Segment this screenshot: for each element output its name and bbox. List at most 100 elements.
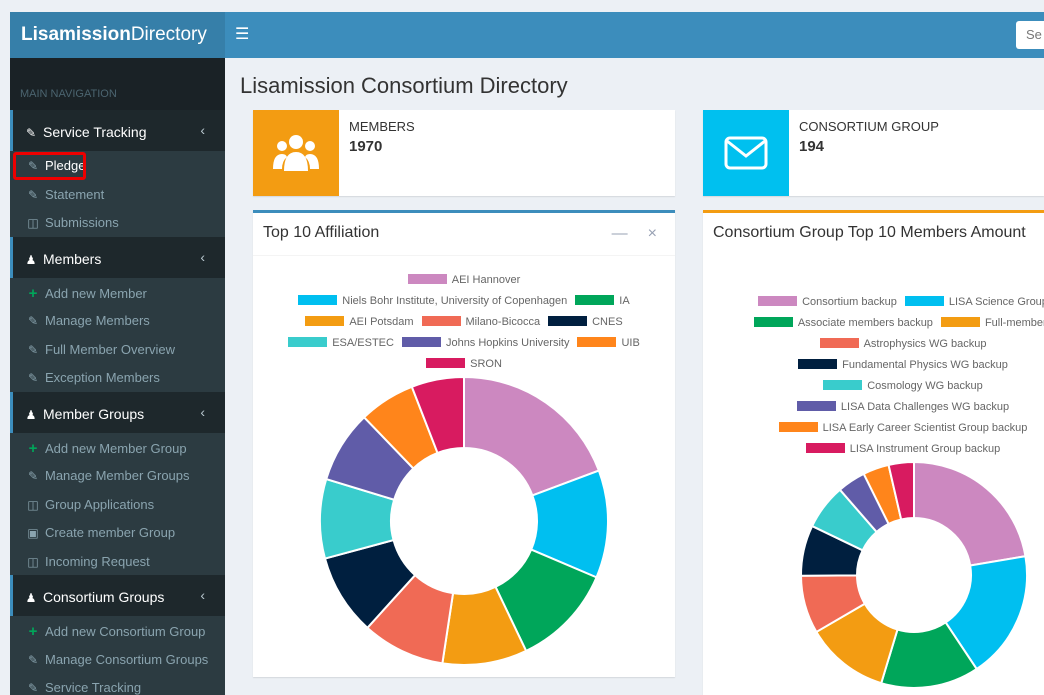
sidebar-item-group-applications[interactable]: ◫ Group Applications: [10, 489, 225, 518]
legend-swatch: [288, 337, 328, 347]
legend-item[interactable]: Johns Hopkins University: [401, 333, 569, 354]
main-navigation-header: MAIN NAVIGATION: [10, 58, 225, 110]
sidebar-item-exception-members[interactable]: ✎ Exception Members: [10, 363, 225, 392]
sidebar-item-label: Manage Consortium Groups: [45, 651, 209, 667]
legend-item[interactable]: AEI Potsdam: [305, 312, 414, 333]
sidebar-item-label: Submissions: [45, 215, 119, 230]
sidebar: MAIN NAVIGATION ✎ Service Tracking ‹ ✎ Ple…: [10, 58, 225, 695]
sidebar-item-label: Full Member Overview: [45, 341, 176, 357]
legend-swatch: [305, 316, 345, 326]
legend-item[interactable]: Consortium backup: [758, 292, 897, 313]
sidebar-item-add-new-member[interactable]: + Add new Member: [10, 277, 225, 306]
sidebar-item-label: Group Applications: [45, 496, 155, 512]
legend-label: LISA Data Challenges WG backup: [840, 401, 1010, 413]
box-divider: [253, 255, 675, 256]
legend-item[interactable]: Niels Bohr Institute, University of Cope…: [298, 291, 567, 312]
chart-legend: Consortium backup LISA Science Group Assoc…: [703, 292, 1044, 460]
legend-item[interactable]: Astrophysics WG backup: [819, 334, 987, 355]
sidebar-item-label: Pledge: [45, 158, 86, 173]
legend-item[interactable]: AEI Hannover: [407, 270, 520, 291]
sidebar-item-member-groups[interactable]: ♟ Member Groups ‹: [10, 391, 225, 433]
plus-icon: +: [28, 623, 38, 640]
legend-item[interactable]: SRON: [426, 354, 502, 375]
legend-label: ESA/ESTEC: [332, 337, 394, 349]
legend-swatch: [798, 359, 838, 369]
legend-label: SRON: [470, 358, 502, 370]
legend-swatch: [426, 358, 466, 368]
legend-item[interactable]: Associate members backup: [753, 313, 933, 334]
close-icon[interactable]: ×: [648, 225, 657, 242]
sidebar-item-label: Manage Member Groups: [45, 468, 190, 483]
legend-item[interactable]: LISA Instrument Group backup: [805, 439, 1001, 460]
edit-icon: ✎: [27, 159, 39, 173]
legend-item[interactable]: IA: [575, 291, 630, 312]
members-info-box: MEMBERS 1970: [253, 110, 675, 196]
affiliation-chart-box: Top 10 Affiliation — × AEI Hannover Niels …: [253, 210, 675, 677]
legend-item[interactable]: Fundamental Physics WG backup: [798, 355, 1008, 376]
legend-item[interactable]: UIB: [577, 333, 640, 354]
users-icon: ♟: [25, 591, 37, 605]
hamburger-menu-icon[interactable]: ☰: [235, 24, 249, 44]
sidebar-item-label: Statement: [45, 186, 105, 202]
sidebar-item-label: Manage Members: [45, 313, 150, 328]
legend-label: Cosmology WG backup: [867, 380, 983, 392]
legend-swatch: [940, 317, 980, 327]
legend-swatch: [796, 401, 836, 411]
user-icon: ♟: [25, 252, 37, 267]
inbox-icon: ◫: [27, 216, 39, 230]
app-logo[interactable]: LisamissionDirectory: [10, 12, 225, 58]
legend-label: LISA Science Group: [948, 296, 1044, 308]
edit-icon: ✎: [25, 126, 37, 140]
sidebar-item-add-new-member-group[interactable]: + Add new Member Group: [10, 432, 225, 461]
collapse-icon[interactable]: —: [612, 225, 628, 242]
legend-item[interactable]: Cosmology WG backup: [823, 376, 983, 397]
sidebar-item-service-tracking-2[interactable]: ✎ Service Tracking: [10, 673, 225, 695]
sidebar-item-pledge[interactable]: ✎ Pledge: [10, 151, 225, 180]
legend-swatch: [805, 443, 845, 453]
donut-slice[interactable]: [913, 460, 1027, 567]
sidebar-item-create-member-group[interactable]: ▣ Create member Group: [10, 518, 225, 547]
box-tools: — ×: [612, 225, 657, 243]
sidebar-item-incoming-request[interactable]: ◫ Incoming Request: [10, 546, 225, 575]
legend-item[interactable]: LISA Early Career Scientist Group backup: [778, 418, 1027, 439]
sidebar-item-manage-consortium-groups[interactable]: ✎ Manage Consortium Groups: [10, 644, 225, 673]
members-count: 1970: [349, 138, 383, 155]
legend-label: Milano-Bicocca: [465, 316, 541, 328]
sidebar-item-members[interactable]: ♟ Members ‹: [10, 236, 225, 278]
legend-swatch: [904, 296, 944, 306]
search-input[interactable]: Se: [1016, 21, 1044, 49]
legend-label: Astrophysics WG backup: [863, 338, 987, 350]
legend-swatch: [548, 316, 588, 326]
sidebar-item-label: Service Tracking: [45, 680, 142, 695]
sidebar-item-service-tracking[interactable]: ✎ Service Tracking ‹: [10, 110, 225, 151]
legend-swatch: [298, 295, 338, 305]
legend-item[interactable]: LISA Science Group: [904, 292, 1044, 313]
legend-item[interactable]: CNES: [548, 312, 623, 333]
legend-swatch: [753, 317, 793, 327]
sidebar-item-full-member-overview[interactable]: ✎ Full Member Overview: [10, 334, 225, 363]
legend-swatch: [421, 316, 461, 326]
legend-item[interactable]: Full-members: [940, 313, 1044, 334]
legend-label: LISA Instrument Group backup: [849, 443, 1001, 455]
legend-item[interactable]: ESA/ESTEC: [288, 333, 394, 354]
legend-label: IA: [619, 295, 630, 307]
chevron-left-icon: ‹: [200, 587, 205, 603]
sidebar-item-manage-members[interactable]: ✎ Manage Members: [10, 306, 225, 335]
sidebar-item-submissions[interactable]: ◫ Submissions: [10, 208, 225, 237]
top-navbar: ☰ Se: [225, 12, 1044, 58]
legend-item[interactable]: LISA Data Challenges WG backup: [796, 397, 1010, 418]
sidebar-item-label: Service Tracking: [43, 124, 147, 140]
sidebar-item-label: Create member Group: [45, 525, 176, 540]
legend-swatch: [401, 337, 441, 347]
page-title: Lisamission Consortium Directory: [240, 73, 568, 98]
legend-label: AEI Potsdam: [349, 316, 414, 328]
sidebar-item-add-new-consortium-group[interactable]: + Add new Consortium Group: [10, 616, 225, 645]
legend-swatch: [758, 296, 798, 306]
sidebar-item-statement[interactable]: ✎ Statement: [10, 179, 225, 208]
sidebar-item-manage-member-groups[interactable]: ✎ Manage Member Groups: [10, 461, 225, 490]
legend-item[interactable]: Milano-Bicocca: [421, 312, 541, 333]
logo-rest: Directory: [130, 24, 207, 45]
consortium-group-info-box: CONSORTIUM GROUP 194: [703, 110, 1044, 196]
sidebar-item-consortium-groups[interactable]: ♟ Consortium Groups ‹: [10, 575, 225, 616]
inbox-icon: ◫: [27, 497, 39, 512]
